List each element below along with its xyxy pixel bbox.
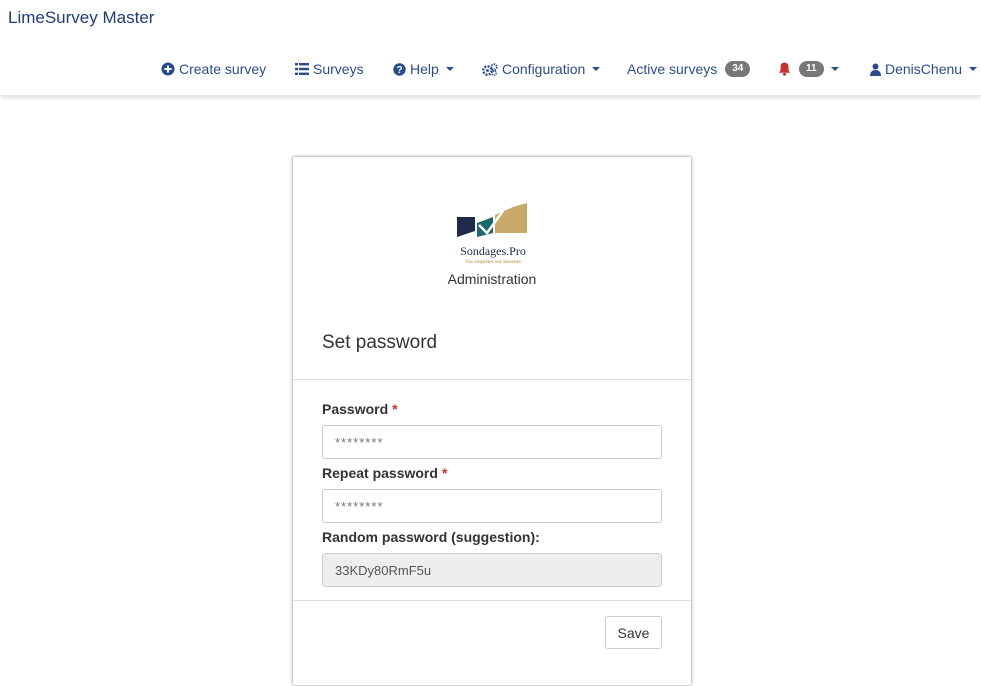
header-divider xyxy=(293,379,691,380)
caret-down-icon xyxy=(969,67,978,71)
surveys-label: Surveys xyxy=(313,61,364,77)
help-label: Help xyxy=(410,61,439,77)
logo-text: Sondages.Pro xyxy=(460,244,526,258)
active-surveys-nav[interactable]: Active surveys 34 xyxy=(627,59,751,79)
password-label: Password * xyxy=(322,401,398,417)
user-name-label: DenisChenu xyxy=(885,61,963,77)
repeat-password-label: Repeat password * xyxy=(322,465,448,481)
password-input[interactable] xyxy=(322,425,662,459)
active-surveys-count-badge: 34 xyxy=(725,61,751,77)
active-surveys-label: Active surveys xyxy=(627,61,718,77)
user-icon xyxy=(870,63,881,76)
logo-tagline: Vos enquêtes sur internet xyxy=(465,259,521,265)
sondages-pro-logo: Sondages.Pro Vos enquêtes sur internet xyxy=(457,203,527,265)
footer-divider xyxy=(293,600,691,601)
notifications-count-badge: 11 xyxy=(799,61,824,77)
brand-link[interactable]: LimeSurvey Master xyxy=(8,8,154,28)
administration-label: Administration xyxy=(447,271,537,287)
repeat-password-input[interactable] xyxy=(322,489,662,523)
page-title: Set password xyxy=(322,332,438,353)
plus-circle-icon xyxy=(161,62,175,76)
gears-icon xyxy=(482,62,498,76)
random-password-label: Random password (suggestion): xyxy=(322,529,540,545)
caret-down-icon xyxy=(830,67,839,71)
set-password-card: Sondages.Pro Vos enquêtes sur internet A… xyxy=(292,156,692,686)
create-survey-nav[interactable]: Create survey xyxy=(161,59,266,79)
required-marker: * xyxy=(441,465,448,481)
help-dropdown[interactable]: ? Help xyxy=(393,59,454,79)
configuration-dropdown[interactable]: Configuration xyxy=(482,59,601,79)
caret-down-icon xyxy=(445,67,454,71)
random-password-field[interactable] xyxy=(322,553,662,587)
user-menu-dropdown[interactable]: DenisChenu xyxy=(870,59,978,79)
svg-text:?: ? xyxy=(396,65,402,76)
list-icon xyxy=(295,63,309,75)
top-navbar: LimeSurvey Master Create survey Surveys … xyxy=(0,0,981,96)
save-button[interactable]: Save xyxy=(605,616,662,649)
required-marker: * xyxy=(392,401,398,417)
bell-icon xyxy=(778,62,791,76)
caret-down-icon xyxy=(592,67,601,71)
question-circle-icon: ? xyxy=(393,62,406,76)
notifications-dropdown[interactable]: 11 xyxy=(778,59,839,79)
create-survey-label: Create survey xyxy=(179,61,267,77)
surveys-nav[interactable]: Surveys xyxy=(295,59,364,79)
configuration-label: Configuration xyxy=(502,61,586,77)
